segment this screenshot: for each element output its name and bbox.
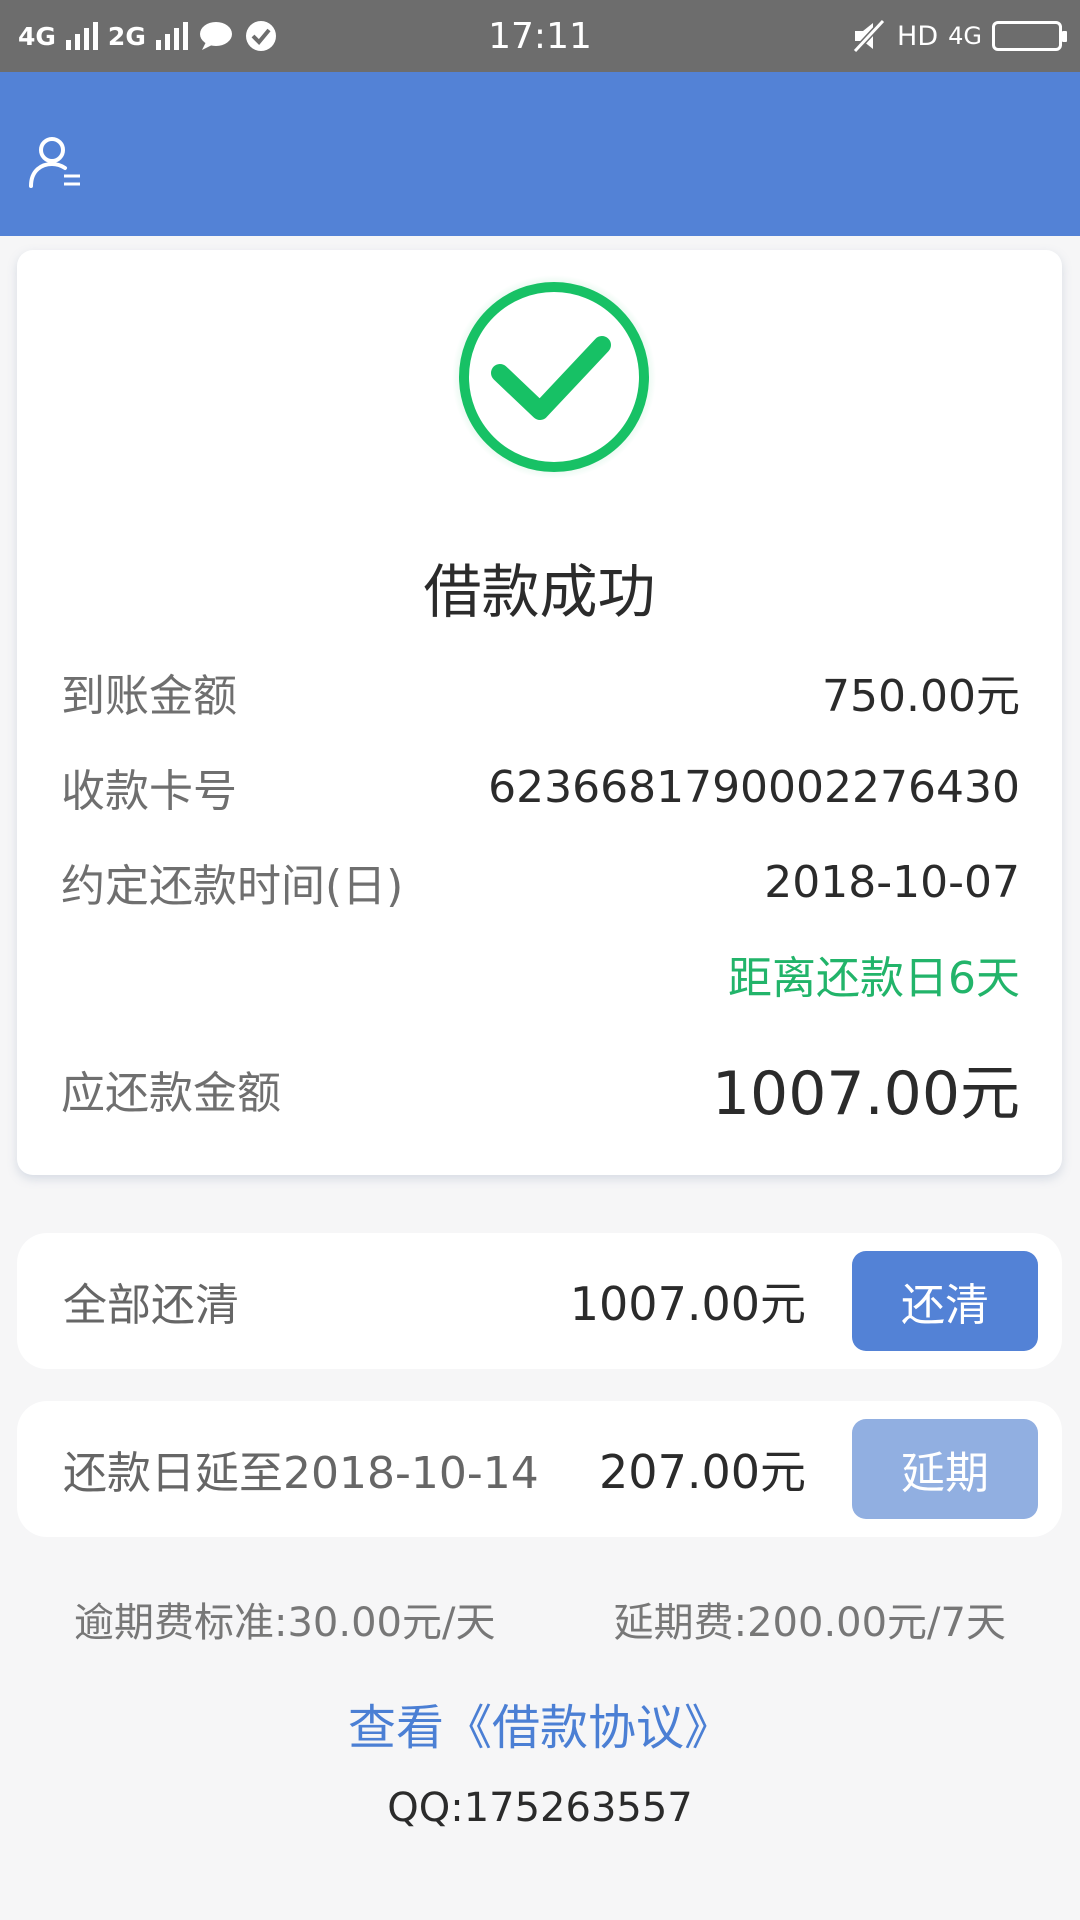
network-type-1: 4G — [18, 21, 56, 51]
extension-fee-text: 延期费:200.00元/7天 — [613, 1600, 1006, 1646]
due-amount-row: 应还款金额 1007.00元 — [61, 1045, 1020, 1132]
qq-contact: QQ:175263557 — [387, 1785, 693, 1831]
repay-all-row: 全部还清 1007.00元 还清 — [17, 1233, 1062, 1369]
status-right: HD 4G — [851, 19, 1067, 53]
success-title: 借款成功 — [423, 558, 656, 626]
signal-icon — [155, 22, 188, 50]
extend-amount: 207.00元 — [599, 1445, 806, 1499]
due-date-row: 约定还款时间(日) 2018-10-07 — [61, 850, 1020, 914]
hd-indicator: HD — [897, 20, 939, 52]
fee-info: 逾期费标准:30.00元/天 延期费:200.00元/7天 — [0, 1590, 1080, 1648]
loan-agreement-link[interactable]: 查看《借款协议》 — [0, 1688, 1080, 1758]
overdue-fee-text: 逾期费标准:30.00元/天 — [74, 1600, 496, 1646]
network-type-2: 2G — [107, 21, 146, 51]
signal-icon — [65, 22, 98, 50]
check-circle-icon — [245, 21, 276, 51]
app-header — [0, 72, 1080, 236]
network-type-3: 4G — [948, 22, 982, 50]
due-amount-label: 应还款金额 — [61, 1067, 281, 1119]
extend-label: 还款日延至2018-10-14 — [63, 1448, 539, 1499]
due-amount-value: 1007.00元 — [711, 1059, 1020, 1129]
repay-all-amount: 1007.00元 — [569, 1277, 806, 1331]
clock: 17:11 — [488, 15, 592, 57]
mute-icon — [852, 19, 886, 53]
due-date-value: 2018-10-07 — [764, 856, 1020, 908]
success-check-icon — [452, 275, 656, 479]
card-number-label: 收款卡号 — [61, 766, 237, 817]
extend-button[interactable]: 延期 — [852, 1419, 1038, 1519]
message-icon — [199, 22, 232, 50]
countdown-text: 距离还款日6天 — [728, 953, 1020, 1004]
loan-result-card: 借款成功 到账金额 750.00元 收款卡号 62366817900022764… — [17, 250, 1062, 1175]
card-number-value: 6236681790002276430 — [488, 761, 1020, 813]
received-amount-label: 到账金额 — [61, 671, 237, 722]
status-bar: 4G 2G 17:11 HD 4G — [0, 0, 1080, 72]
received-amount-value: 750.00元 — [822, 671, 1020, 722]
repay-all-label: 全部还清 — [63, 1280, 239, 1331]
received-amount-row: 到账金额 750.00元 — [61, 660, 1020, 724]
card-number-row: 收款卡号 6236681790002276430 — [61, 755, 1020, 819]
user-menu-icon[interactable] — [28, 134, 84, 190]
due-date-label: 约定还款时间(日) — [61, 861, 404, 912]
battery-icon — [992, 21, 1067, 51]
repay-all-button[interactable]: 还清 — [852, 1251, 1038, 1351]
extend-row: 还款日延至2018-10-14 207.00元 延期 — [17, 1401, 1062, 1537]
status-left: 4G 2G — [18, 19, 278, 53]
